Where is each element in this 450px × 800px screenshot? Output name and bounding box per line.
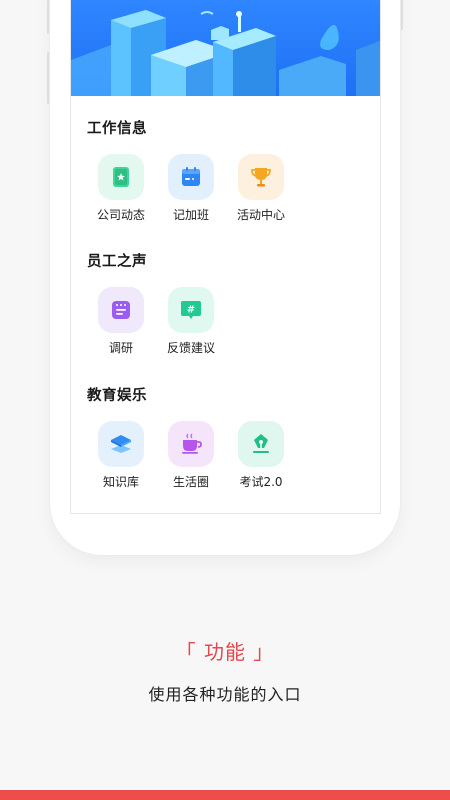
section-title-education-entertainment: 教育娱乐 [87,388,147,404]
isometric-city-illustration [71,10,380,96]
item-label: 反馈建议 [166,341,215,355]
phone-screen: 工作信息 公司动态 记加班 活动中心 员工之声 调研 # 反馈建议 教育娱乐 知… [70,0,381,514]
trophy-icon [251,168,271,187]
item-label: 考试2.0 [239,475,283,489]
knowledge-layers-icon [111,435,131,453]
phone-side-button [400,0,403,30]
item-label: 公司动态 [96,208,145,222]
section-title-employee-voice: 员工之声 [87,254,147,270]
survey-button[interactable]: 调研 [86,287,156,356]
knowledge-base-button[interactable]: 知识库 [86,421,156,490]
item-label: 调研 [108,341,133,355]
bottom-accent-bar [0,790,450,800]
feature-description: 使用各种功能的入口 [148,685,302,704]
coffee-cup-icon [182,433,202,454]
life-circle-button[interactable]: 生活圈 [156,421,226,490]
item-label: 活动中心 [236,208,285,222]
activity-center-button[interactable]: 活动中心 [226,154,296,223]
survey-icon [112,301,130,319]
item-label: 记加班 [172,208,209,222]
item-label: 知识库 [102,475,139,489]
overtime-calendar-icon [182,167,200,186]
company-news-button[interactable]: 公司动态 [86,154,156,223]
item-label: 生活圈 [172,475,209,489]
section-title-work-info: 工作信息 [87,121,147,137]
exam-button[interactable]: 考试2.0 [226,421,296,490]
feedback-hashtag-icon: # [181,301,201,319]
svg-text:#: # [187,305,195,316]
city-banner [71,0,380,96]
exam-pen-icon [253,434,269,453]
feature-title: 「 功能 」 [175,640,275,664]
overtime-button[interactable]: 记加班 [156,154,226,223]
company-news-icon [113,167,129,187]
feedback-button[interactable]: # 反馈建议 [156,287,226,356]
